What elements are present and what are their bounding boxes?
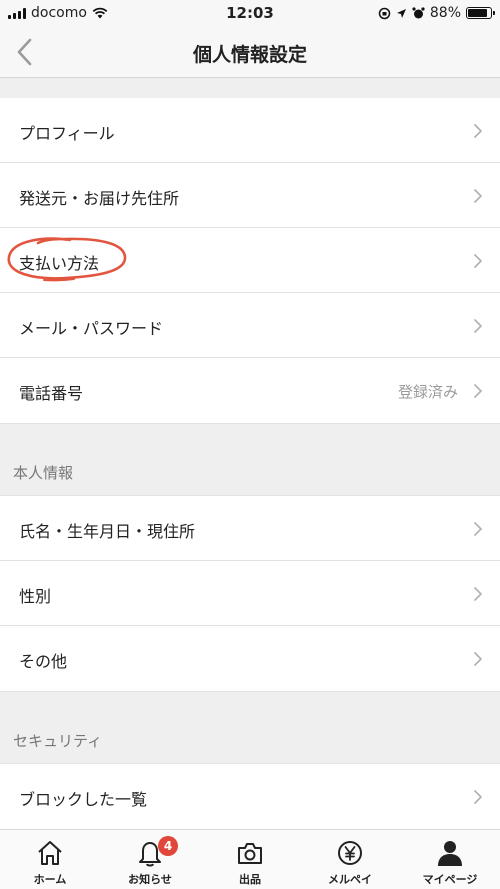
- tab-home[interactable]: ホーム: [0, 830, 100, 889]
- menu-row-profile[interactable]: プロフィール: [0, 98, 500, 163]
- row-label: メール・パスワード: [19, 319, 164, 338]
- row-label: プロフィール: [19, 124, 115, 143]
- section-header-personal-info: 本人情報: [0, 423, 500, 496]
- chevron-right-icon: [474, 384, 482, 398]
- account-group: プロフィール 発送元・お届け先住所 支払い方法 メール・パスワード 電話番号 登…: [0, 98, 500, 423]
- row-label: 氏名・生年月日・現住所: [19, 522, 196, 541]
- menu-row-email-password[interactable]: メール・パスワード: [0, 293, 500, 358]
- home-icon: [38, 841, 62, 865]
- chevron-right-icon: [474, 652, 482, 666]
- menu-row-address[interactable]: 発送元・お届け先住所: [0, 163, 500, 228]
- row-label: 電話番号: [19, 384, 84, 403]
- menu-row-gender[interactable]: 性別: [0, 561, 500, 626]
- chevron-right-icon: [474, 790, 482, 804]
- tab-label: ホーム: [33, 873, 67, 886]
- camera-icon: [238, 843, 262, 864]
- section-header-label: セキュリティ: [13, 732, 103, 750]
- tab-merpay[interactable]: メルペイ: [300, 830, 400, 889]
- menu-row-blocked-list[interactable]: ブロックした一覧: [0, 764, 500, 829]
- menu-row-payment-method[interactable]: 支払い方法: [0, 228, 500, 293]
- tab-notifications[interactable]: 4 お知らせ: [100, 830, 200, 889]
- chevron-right-icon: [474, 587, 482, 601]
- row-label: 支払い方法: [19, 254, 100, 273]
- tab-label: メルペイ: [328, 873, 372, 886]
- tab-label: 出品: [239, 873, 261, 886]
- security-group: ブロックした一覧: [0, 764, 500, 829]
- notification-badge: 4: [158, 836, 178, 856]
- row-label: ブロックした一覧: [19, 790, 148, 809]
- tab-label: マイページ: [422, 873, 478, 886]
- battery-percent: 88%: [429, 5, 461, 21]
- chevron-right-icon: [474, 254, 482, 268]
- status-right: 88%: [378, 5, 495, 21]
- yen-icon: [338, 841, 362, 865]
- chevron-right-icon: [474, 319, 482, 333]
- tab-sell[interactable]: 出品: [200, 830, 300, 889]
- menu-row-other[interactable]: その他: [0, 626, 500, 691]
- menu-row-phone-number[interactable]: 電話番号 登録済み: [0, 358, 500, 423]
- page-title: 個人情報設定: [192, 44, 307, 66]
- alarm-icon: [412, 6, 425, 18]
- orientation-lock-icon: [378, 7, 391, 19]
- menu-row-name-birthdate-address[interactable]: 氏名・生年月日・現住所: [0, 496, 500, 561]
- tab-label: お知らせ: [128, 873, 172, 886]
- row-label: 性別: [19, 587, 52, 606]
- section-header-security: セキュリティ: [0, 691, 500, 764]
- person-icon: [438, 841, 462, 866]
- top-spacer: [0, 78, 500, 98]
- chevron-right-icon: [474, 522, 482, 536]
- row-status-value: 登録済み: [397, 383, 458, 401]
- location-icon: [396, 8, 406, 18]
- section-header-label: 本人情報: [13, 464, 74, 482]
- battery-icon: [466, 7, 495, 19]
- chevron-right-icon: [474, 124, 482, 138]
- row-label: 発送元・お届け先住所: [19, 189, 180, 208]
- tab-bar: ホーム 4 お知らせ 出品 メルペイ マイページ: [0, 829, 500, 889]
- navigation-bar: 個人情報設定: [0, 26, 500, 78]
- settings-content: プロフィール 発送元・お届け先住所 支払い方法 メール・パスワード 電話番号 登…: [0, 78, 500, 829]
- tab-mypage[interactable]: マイページ: [400, 830, 500, 889]
- row-label: その他: [19, 652, 68, 671]
- battery-fill: [468, 9, 488, 17]
- chevron-right-icon: [474, 189, 482, 203]
- status-bar: docomo 12:03 88%: [0, 0, 500, 26]
- personal-info-group: 氏名・生年月日・現住所 性別 その他: [0, 496, 500, 691]
